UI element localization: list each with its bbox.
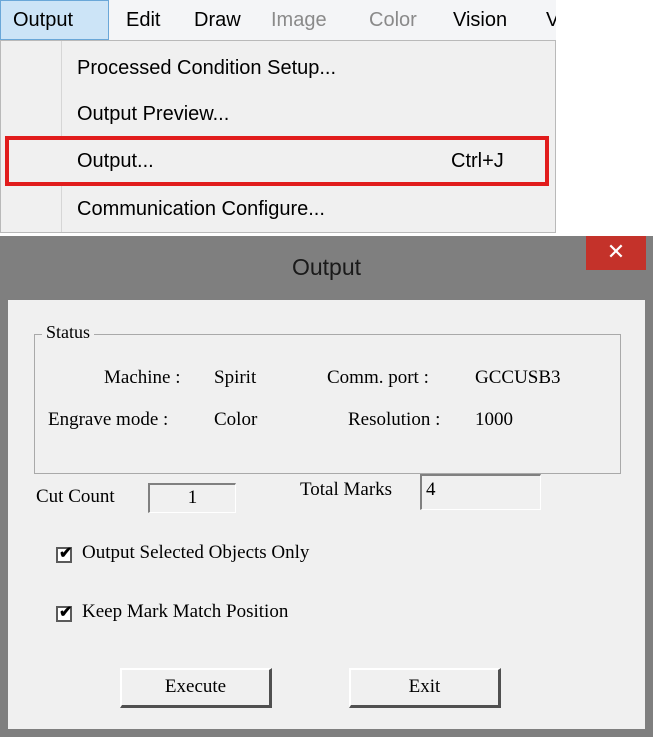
menu-truncated[interactable]: V (546, 0, 556, 40)
menu-item-label: Output... (77, 150, 154, 172)
dialog-body: Status Machine : Spirit Comm. port : GCC… (8, 300, 645, 729)
checkmark-icon: ✔ (59, 545, 73, 562)
machine-value: Spirit (214, 367, 257, 388)
menu-output-label: Output (13, 9, 74, 31)
menu-item-communication-configure[interactable]: Communication Configure... (63, 188, 549, 230)
menu-output[interactable]: Output (0, 0, 109, 40)
dialog-titlebar[interactable]: Output ✕ (0, 236, 653, 300)
total-marks-value: 4 (426, 479, 436, 500)
menu-item-output[interactable]: Output... Ctrl+J (5, 136, 549, 186)
engrave-mode-value: Color (214, 409, 258, 430)
menu-vision[interactable]: Vision (453, 0, 507, 40)
menu-edit[interactable]: Edit (126, 0, 160, 40)
resolution-label: Resolution : (348, 409, 441, 430)
close-button[interactable]: ✕ (586, 236, 646, 270)
status-legend: Status (42, 322, 95, 343)
dialog-title: Output (291, 254, 362, 280)
menu-draw[interactable]: Draw (194, 0, 241, 40)
menu-item-output-preview[interactable]: Output Preview... (63, 93, 549, 135)
menu-color[interactable]: Color (369, 0, 417, 40)
menu-bar: Output Edit Draw Image Color Vision V (0, 0, 556, 40)
engrave-mode-label: Engrave mode : (48, 409, 169, 430)
output-selected-only-label[interactable]: Output Selected Objects Only (82, 542, 309, 564)
cut-count-field: 1 (148, 483, 236, 513)
status-groupbox (34, 334, 621, 474)
machine-label: Machine : (104, 367, 181, 388)
menu-item-label: Processed Condition Setup... (77, 57, 337, 79)
resolution-value: 1000 (475, 409, 513, 430)
comm-port-value: GCCUSB3 (475, 367, 561, 388)
keep-mark-match-checkbox[interactable]: ✔ (56, 604, 73, 622)
execute-button-label: Execute (164, 676, 227, 697)
keep-mark-match-label[interactable]: Keep Mark Match Position (82, 601, 288, 623)
checkmark-icon: ✔ (59, 604, 73, 621)
menu-image[interactable]: Image (271, 0, 327, 40)
menu-item-shortcut: Ctrl+J (451, 150, 504, 172)
cut-count-value: 1 (187, 487, 198, 508)
total-marks-input[interactable]: 4 (420, 474, 541, 510)
execute-button[interactable]: Execute (120, 668, 272, 708)
menu-icon-gutter (1, 41, 62, 232)
total-marks-label: Total Marks (300, 479, 393, 500)
exit-button-label: Exit (408, 676, 441, 697)
menu-item-label: Communication Configure... (77, 198, 325, 220)
output-dialog: Output ✕ Status Machine : Spirit Comm. p… (0, 236, 653, 737)
menu-item-label: Output Preview... (77, 103, 230, 125)
exit-button[interactable]: Exit (349, 668, 501, 708)
output-selected-only-checkbox[interactable]: ✔ (56, 545, 73, 563)
menu-item-processed-condition-setup[interactable]: Processed Condition Setup... (63, 47, 549, 89)
output-menu-dropdown: Processed Condition Setup... Output Prev… (0, 40, 556, 233)
comm-port-label: Comm. port : (327, 367, 429, 388)
close-icon: ✕ (606, 239, 626, 264)
cut-count-label: Cut Count (36, 486, 115, 507)
